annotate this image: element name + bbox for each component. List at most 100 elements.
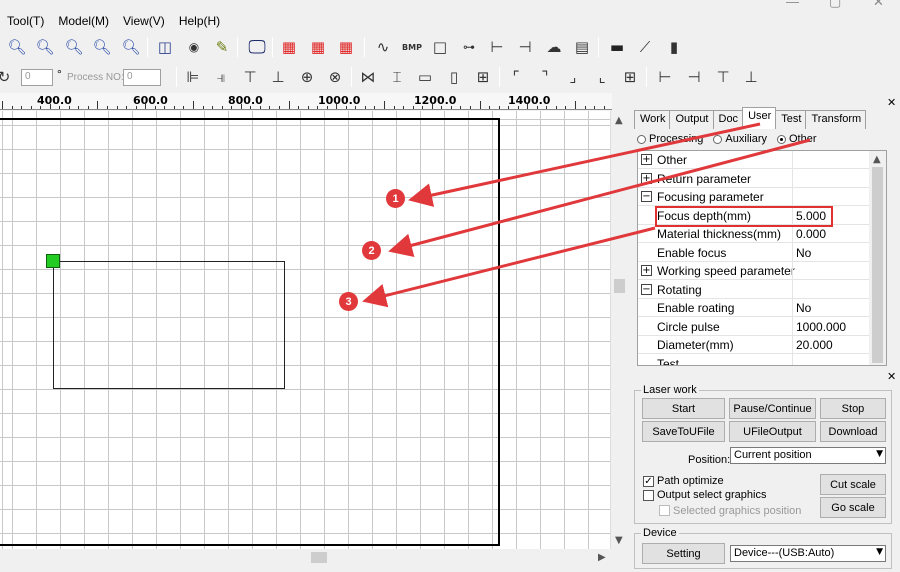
array-icon-b[interactable]: ▦: [308, 37, 328, 57]
property-row[interactable]: + Other: [638, 151, 870, 169]
property-row[interactable]: − Rotating: [638, 281, 870, 299]
panel-close-icon[interactable]: ✕: [887, 370, 896, 383]
panel-close-icon[interactable]: ✕: [887, 96, 896, 109]
zoom-page-icon[interactable]: 🔍︎: [121, 37, 141, 57]
property-row[interactable]: Enable focus No: [638, 244, 870, 262]
select-rect-icon[interactable]: ◫: [155, 37, 175, 57]
top-align-bar-icon[interactable]: ⊤: [713, 67, 733, 87]
laser-cloud-icon[interactable]: ☁: [544, 37, 564, 57]
document-icon[interactable]: ▤: [572, 37, 592, 57]
tab-work[interactable]: Work: [634, 110, 671, 129]
expand-icon[interactable]: +: [641, 172, 652, 184]
scroll-right-icon[interactable]: ▶: [598, 552, 606, 563]
device-select[interactable]: Device---(USB:Auto) ▼: [730, 545, 886, 562]
path-optimize-checkbox[interactable]: ✓: [643, 476, 654, 487]
tab-doc[interactable]: Doc: [712, 110, 744, 129]
drawing-canvas[interactable]: [0, 111, 610, 549]
h-spacing-icon[interactable]: ▭: [415, 67, 435, 87]
process-no-input[interactable]: 0: [123, 69, 161, 86]
h-line-right-icon[interactable]: ⊣: [684, 67, 704, 87]
tab-test[interactable]: Test: [775, 110, 807, 129]
zoom-fit-icon[interactable]: 🔍︎: [92, 37, 112, 57]
output-select-checkbox[interactable]: [643, 490, 654, 501]
download-button[interactable]: Download: [820, 421, 886, 442]
align-bottom-icon[interactable]: ⊥: [268, 67, 288, 87]
minimize-icon[interactable]: —: [786, 0, 799, 9]
zoom-out-icon[interactable]: 🔍︎: [7, 37, 27, 57]
restore-icon[interactable]: ▢: [829, 0, 841, 10]
v-spacing-icon[interactable]: ▯: [444, 67, 464, 87]
display-icon[interactable]: 🖵︎: [245, 37, 269, 58]
h-size-icon[interactable]: ⊢: [487, 37, 507, 57]
corner-bl-icon[interactable]: ⌞: [592, 67, 612, 87]
canvas-vertical-scrollbar[interactable]: ▲ ▼: [610, 111, 627, 549]
align-vcenter-icon[interactable]: ⊗: [325, 67, 345, 87]
property-row[interactable]: Diameter(mm) 20.000: [638, 336, 870, 354]
expand-icon[interactable]: +: [641, 154, 652, 165]
array-icon-c[interactable]: ▦: [336, 37, 356, 57]
start-point-marker[interactable]: [46, 254, 60, 268]
selected-position-checkbox[interactable]: [659, 505, 670, 516]
property-value[interactable]: 0.000: [796, 227, 826, 241]
property-row[interactable]: Enable roating No: [638, 299, 870, 317]
radio-other[interactable]: Other: [777, 133, 817, 145]
start-button[interactable]: Start: [642, 398, 725, 419]
property-value[interactable]: No: [796, 301, 811, 315]
grid-center-icon[interactable]: ⊞: [473, 67, 493, 87]
property-value[interactable]: 1000.000: [796, 320, 846, 334]
corner-tl-icon[interactable]: ⌜: [506, 67, 526, 87]
setting-button[interactable]: Setting: [642, 543, 725, 564]
curve-icon[interactable]: ∿: [373, 37, 393, 57]
property-row[interactable]: − Focusing parameter: [638, 188, 870, 206]
scroll-thumb[interactable]: [311, 552, 327, 563]
rectangle-icon[interactable]: □: [430, 37, 450, 57]
zoom-region-icon[interactable]: 🔍︎: [64, 37, 84, 57]
canvas-horizontal-scrollbar[interactable]: ▶: [0, 549, 610, 566]
property-row[interactable]: Circle pulse 1000.000: [638, 318, 870, 336]
save-to-ufile-button[interactable]: SaveToUFile: [642, 421, 725, 442]
angle-input[interactable]: 0: [21, 69, 53, 86]
property-grid-scrollbar[interactable]: ▲: [869, 151, 886, 365]
menu-help[interactable]: Help(H): [172, 14, 227, 28]
scroll-down-icon[interactable]: ▼: [615, 535, 623, 546]
center-box-icon[interactable]: ⊞: [620, 67, 640, 87]
collapse-icon[interactable]: −: [641, 191, 652, 202]
ruler-bar-icon[interactable]: ▮: [664, 37, 684, 57]
scroll-up-icon[interactable]: ▲: [873, 154, 881, 165]
tab-user[interactable]: User: [742, 107, 777, 129]
scroll-thumb[interactable]: [872, 167, 883, 363]
property-value[interactable]: No: [796, 246, 811, 260]
close-window-icon[interactable]: ✕: [873, 0, 884, 10]
align-hcenter-icon[interactable]: ⊕: [297, 67, 317, 87]
stop-button[interactable]: Stop: [820, 398, 886, 419]
same-width-icon[interactable]: ⋈: [358, 67, 378, 87]
tab-output[interactable]: Output: [669, 110, 714, 129]
array-icon-a[interactable]: ▦: [279, 37, 299, 57]
menu-model[interactable]: Model(M): [51, 14, 116, 28]
property-row[interactable]: + Return parameter: [638, 170, 870, 188]
scroll-up-icon[interactable]: ▲: [615, 115, 623, 126]
radio-auxiliary[interactable]: Auxiliary: [713, 133, 767, 145]
align-left-icon[interactable]: ⊫: [183, 67, 203, 87]
property-value[interactable]: 20.000: [796, 338, 833, 352]
ufile-output-button[interactable]: UFileOutput: [729, 421, 816, 442]
go-scale-button[interactable]: Go scale: [820, 497, 886, 518]
radio-processing[interactable]: Processing: [637, 133, 703, 145]
corner-br-icon[interactable]: ⌟: [563, 67, 583, 87]
property-row[interactable]: Test: [638, 355, 870, 366]
rectangle-shape[interactable]: [53, 261, 285, 389]
corner-tr-icon[interactable]: ⌝: [535, 67, 555, 87]
collapse-icon[interactable]: −: [641, 283, 652, 295]
menu-tool[interactable]: Tool(T): [0, 14, 51, 28]
position-select[interactable]: Current position ▼: [730, 447, 886, 464]
zoom-in-icon[interactable]: 🔍︎: [35, 37, 55, 57]
magic-wand-icon[interactable]: ⟋: [635, 37, 655, 57]
h-line-left-icon[interactable]: ⊢: [655, 67, 675, 87]
align-right-icon[interactable]: ⫣: [211, 67, 231, 87]
v-size-icon[interactable]: ⊣: [515, 37, 535, 57]
property-row[interactable]: + Working speed parameter: [638, 262, 870, 280]
menu-view[interactable]: View(V): [116, 14, 172, 28]
property-row[interactable]: Material thickness(mm) 0.000: [638, 225, 870, 243]
cut-scale-button[interactable]: Cut scale: [820, 474, 886, 495]
tab-transform[interactable]: Transform: [805, 110, 867, 129]
